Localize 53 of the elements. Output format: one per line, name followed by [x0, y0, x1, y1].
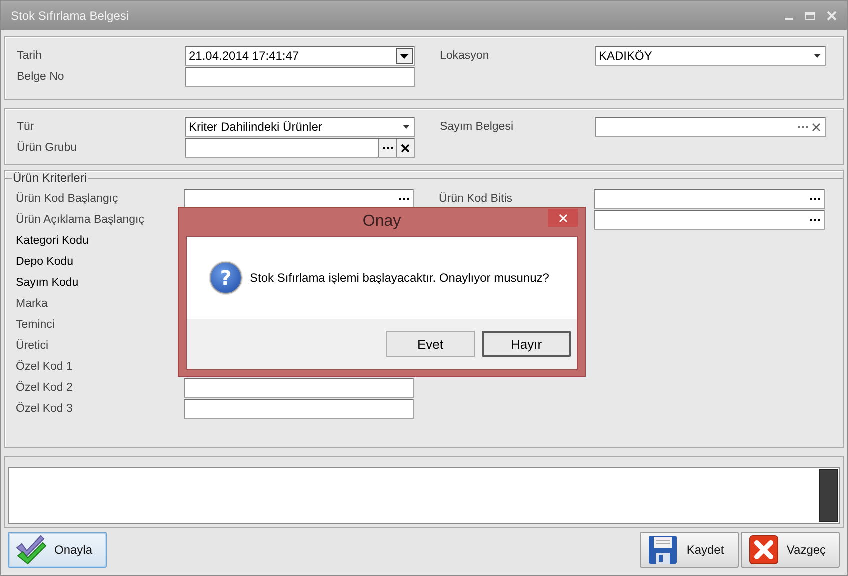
- notes-field[interactable]: [8, 467, 840, 524]
- field-label: Depo Kodu: [16, 256, 75, 268]
- cancel-icon: [748, 534, 780, 566]
- lookup-field[interactable]: [595, 117, 826, 137]
- date-field[interactable]: 21.04.2014 17:41:47: [185, 46, 415, 66]
- clear-button[interactable]: [396, 139, 414, 157]
- lookup-field[interactable]: [185, 138, 415, 158]
- dialog-button[interactable]: Evet: [386, 331, 475, 357]
- field-label: Lokasyon: [440, 50, 490, 62]
- dropdown-field[interactable]: KADIKÖY: [595, 46, 826, 66]
- field-label: Özel Kod 1: [16, 361, 74, 373]
- field-label: Marka: [16, 298, 49, 310]
- clear-icon[interactable]: [812, 122, 821, 132]
- close-icon: [401, 144, 410, 152]
- action-button[interactable]: Onayla: [8, 532, 107, 568]
- lookup-field[interactable]: [594, 189, 825, 209]
- dialog-title: Onay: [362, 213, 402, 231]
- input-field[interactable]: [184, 378, 414, 398]
- caret-icon: [403, 125, 410, 129]
- field-label: Sayım Belgesi: [440, 121, 515, 133]
- dropdown-button[interactable]: [396, 48, 413, 64]
- field-label: Tarih: [17, 50, 43, 62]
- action-button[interactable]: Kaydet: [640, 532, 739, 568]
- scrollbar[interactable]: [819, 469, 838, 522]
- input-field[interactable]: [184, 399, 414, 419]
- field-label: Özel Kod 2: [16, 382, 74, 394]
- field-label: Ürün Kod Bitis: [439, 193, 514, 205]
- field-label: Sayım Kodu: [16, 277, 80, 289]
- field-label: Teminci: [16, 319, 56, 331]
- field-label: Ürün Kod Başlangıç: [16, 193, 120, 205]
- ellipsis-button[interactable]: [378, 139, 396, 157]
- field-label: Ürün Açıklama Başlangıç: [16, 214, 146, 226]
- close-icon: [558, 214, 568, 222]
- group-title: Ürün Kriterleri: [12, 171, 88, 185]
- input-field[interactable]: [185, 67, 415, 87]
- caret-icon: [400, 54, 409, 58]
- field-label: Özel Kod 3: [16, 403, 74, 415]
- lookup-field[interactable]: [594, 210, 825, 230]
- dialog-button[interactable]: Hayır: [482, 331, 571, 357]
- caret-icon: [814, 54, 821, 58]
- field-label: Ürün Grubu: [17, 142, 78, 154]
- dialog-message: Stok Sıfırlama işlemi başlayacaktır. Onaylıyor musunuz?: [250, 271, 550, 285]
- field-label: Belge No: [17, 71, 66, 83]
- check-icon: [15, 534, 47, 566]
- field-label: Kategori Kodu: [16, 235, 90, 247]
- close-button[interactable]: [548, 209, 578, 227]
- lookup-field[interactable]: [184, 189, 414, 209]
- field-label: Tür: [17, 121, 36, 133]
- window-title: Stok Sıfırlama Belgesi: [11, 8, 130, 22]
- dropdown-field[interactable]: Kriter Dahilindeki Ürünler: [185, 117, 415, 137]
- field-label: Üretici: [16, 340, 50, 352]
- action-button[interactable]: Vazgeç: [741, 532, 840, 568]
- question-icon: ?: [210, 262, 242, 294]
